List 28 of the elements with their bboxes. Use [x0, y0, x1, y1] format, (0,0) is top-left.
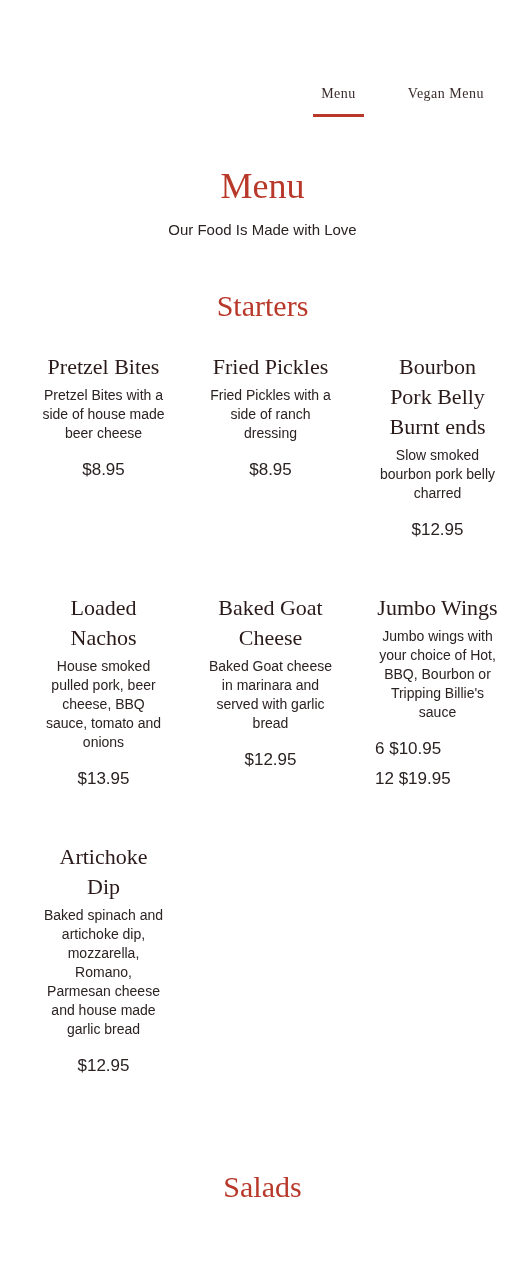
page-subtitle: Our Food Is Made with Love: [168, 221, 357, 238]
page-title: Menu: [219, 165, 306, 207]
dish-price: $8.95: [82, 459, 125, 481]
menu-tab[interactable]: Menu: [313, 84, 364, 117]
dish-name: Bourbon Pork Belly Burnt ends: [388, 353, 487, 441]
dish-price: $8.95: [249, 459, 292, 481]
dish-description: Baked spinach and artichoke dip, mozzarella, Romano, Parmesan cheese and house made garlic bread: [42, 906, 165, 1039]
dish-description: Jumbo wings with your choice of Hot, BBQ, Bourbon or Tripping Billie's sauce: [378, 627, 497, 722]
dish-description: Slow smoked bourbon pork belly charred: [378, 446, 497, 503]
menu-tab[interactable]: Vegan Menu: [399, 84, 492, 117]
dish-price: $12.95: [411, 519, 464, 541]
dish-price: $12.95: [77, 1055, 130, 1077]
dish-name: Baked Goat Cheese: [217, 594, 324, 652]
dish-name: Loaded Nachos: [69, 594, 138, 652]
dish-name: Fried Pickles: [211, 353, 330, 381]
dish-name: Artichoke Dip: [58, 843, 149, 901]
dish-description: Fried Pickles with a side of ranch dressing: [209, 386, 332, 443]
dish-price: 6 $10.95: [375, 738, 443, 760]
section-heading: Starters: [216, 288, 309, 324]
dish-name: Jumbo Wings: [376, 594, 499, 622]
dish-description: Baked Goat cheese in marinara and served with garlic bread: [208, 657, 333, 733]
dish-price: 12 $19.95: [375, 768, 451, 790]
dish-price: $13.95: [77, 768, 130, 790]
dish-description: Pretzel Bites with a side of house made beer cheese: [41, 386, 166, 443]
dish-price: $12.95: [244, 749, 297, 771]
section-heading: Salads: [223, 1169, 302, 1205]
dish-description: House smoked pulled pork, beer cheese, BBQ sauce, tomato and onions: [44, 657, 163, 752]
dish-name: Pretzel Bites: [46, 353, 161, 381]
